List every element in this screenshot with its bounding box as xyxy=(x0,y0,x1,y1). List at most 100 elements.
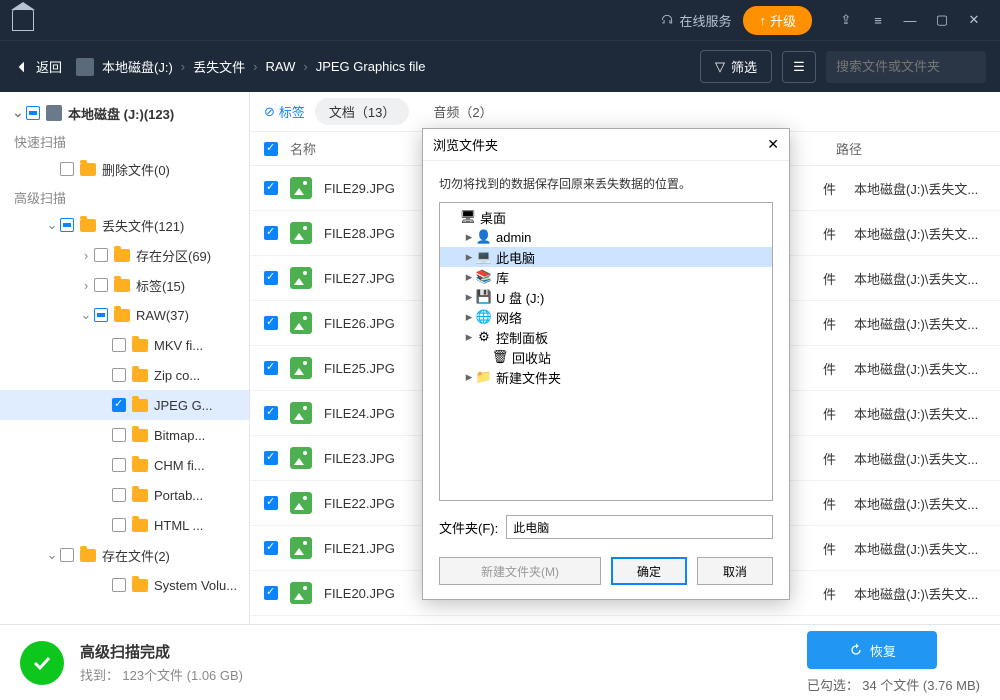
footer: 高级扫描完成 找到： 123个文件 (1.06 GB) 恢复 已勾选： 34 个… xyxy=(0,624,1000,700)
checkbox[interactable] xyxy=(264,181,278,195)
cancel-button[interactable]: 取消 xyxy=(697,557,773,585)
chevron-right-icon[interactable]: ▸ xyxy=(462,229,476,245)
checkbox[interactable] xyxy=(26,106,40,120)
checkbox[interactable] xyxy=(112,458,126,472)
ok-button[interactable]: 确定 xyxy=(611,557,687,585)
back-button[interactable]: 返回 xyxy=(14,57,62,76)
checkbox[interactable] xyxy=(112,368,126,382)
col-path[interactable]: 路径 xyxy=(836,139,986,158)
dialog-tree-item[interactable]: ▸ ⚙ 控制面板 xyxy=(440,327,772,347)
tree-label: 标签(15) xyxy=(136,276,185,295)
tree-partition[interactable]: › 存在分区(69) xyxy=(0,240,249,270)
view-list-button[interactable]: ☰ xyxy=(782,51,816,83)
checkbox[interactable] xyxy=(264,451,278,465)
dialog-tree-item[interactable]: ▸ 👤 admin xyxy=(440,227,772,247)
chevron-right-icon[interactable]: ▸ xyxy=(462,309,476,325)
tree-raw-child[interactable]: HTML ... xyxy=(0,510,249,540)
tab-audio[interactable]: 音频（2） xyxy=(419,98,506,125)
chevron-right-icon[interactable]: ▸ xyxy=(462,329,476,345)
checkbox[interactable] xyxy=(60,548,74,562)
footer-selected: 已勾选： 34 个文件 (3.76 MB) xyxy=(807,675,980,694)
tree-raw-child[interactable]: Zip co... xyxy=(0,360,249,390)
chevron-right-icon[interactable]: ▸ xyxy=(462,369,476,385)
online-service-link[interactable]: 在线服务 xyxy=(660,11,731,30)
checkbox[interactable] xyxy=(112,488,126,502)
new-folder-button[interactable]: 新建文件夹(M) xyxy=(439,557,601,585)
crumb-3[interactable]: JPEG Graphics file xyxy=(316,59,426,74)
chevron-down-icon[interactable]: ⌄ xyxy=(44,547,60,563)
dialog-tree-item[interactable]: ▸ 🌐 网络 xyxy=(440,307,772,327)
tree-raw-child[interactable]: Bitmap... xyxy=(0,420,249,450)
crumb-0[interactable]: 本地磁盘(J:) xyxy=(102,57,173,76)
folder-icon xyxy=(114,309,130,322)
dialog-tree-item[interactable]: ▸ 💻 此电脑 xyxy=(440,247,772,267)
checkbox[interactable] xyxy=(264,226,278,240)
checkbox[interactable] xyxy=(264,271,278,285)
tree-exist[interactable]: ⌄ 存在文件(2) xyxy=(0,540,249,570)
chevron-down-icon[interactable]: ⌄ xyxy=(78,307,94,323)
chevron-right-icon[interactable]: › xyxy=(78,278,94,293)
item-label: 网络 xyxy=(496,308,522,327)
checkbox[interactable] xyxy=(94,248,108,262)
image-icon xyxy=(290,312,312,334)
close-icon[interactable]: ✕ xyxy=(960,6,988,34)
checkbox[interactable] xyxy=(264,541,278,555)
dialog-tree-item[interactable]: ▸ 📚 库 xyxy=(440,267,772,287)
checkbox[interactable] xyxy=(94,278,108,292)
chevron-right-icon[interactable]: ▸ xyxy=(462,269,476,285)
upgrade-button[interactable]: ↑ 升级 xyxy=(743,6,812,35)
minimize-icon[interactable]: — xyxy=(896,6,924,34)
checkbox[interactable] xyxy=(60,218,74,232)
dialog-close-icon[interactable]: ✕ xyxy=(767,136,779,153)
folder-icon xyxy=(80,549,96,562)
checkbox[interactable] xyxy=(112,428,126,442)
chevron-down-icon[interactable]: ⌄ xyxy=(44,217,60,233)
tree-raw-child[interactable]: JPEG G... xyxy=(0,390,249,420)
tree-deleted[interactable]: 删除文件(0) xyxy=(0,154,249,184)
checkbox[interactable] xyxy=(112,578,126,592)
dialog-folder-input[interactable] xyxy=(506,515,773,539)
recover-button[interactable]: 恢复 xyxy=(807,631,937,669)
checkbox[interactable] xyxy=(264,496,278,510)
tree-raw-child[interactable]: CHM fi... xyxy=(0,450,249,480)
home-icon[interactable] xyxy=(12,9,34,31)
checkbox[interactable] xyxy=(112,518,126,532)
tree-lost[interactable]: ⌄ 丢失文件(121) xyxy=(0,210,249,240)
dialog-tree-item[interactable]: 🗑 回收站 xyxy=(440,347,772,367)
checkbox[interactable] xyxy=(94,308,108,322)
dialog-tree-item[interactable]: ▸ 📁 新建文件夹 xyxy=(440,367,772,387)
checkbox[interactable] xyxy=(264,316,278,330)
chevron-right-icon[interactable]: ▸ xyxy=(462,289,476,305)
tree-root[interactable]: ⌄ 本地磁盘 (J:)(123) xyxy=(0,98,249,128)
chevron-down-icon[interactable]: ⌄ xyxy=(10,105,26,121)
maximize-icon[interactable]: ▢ xyxy=(928,6,956,34)
crumb-2[interactable]: RAW xyxy=(266,59,296,74)
dialog-tree-item[interactable]: ▸ 💾 U 盘 (J:) xyxy=(440,287,772,307)
crumb-1[interactable]: 丢失文件 xyxy=(193,57,245,76)
checkbox[interactable] xyxy=(264,406,278,420)
tab-documents[interactable]: 文档（13） xyxy=(315,98,409,125)
checkbox[interactable] xyxy=(112,338,126,352)
filter-button[interactable]: ▽ 筛选 xyxy=(700,50,772,83)
menu-icon[interactable]: ≡ xyxy=(864,6,892,34)
restore-icon xyxy=(848,642,864,658)
dialog-tree-item[interactable]: 🖥 桌面 xyxy=(440,207,772,227)
image-icon xyxy=(290,447,312,469)
search-input[interactable] xyxy=(836,59,1000,74)
share-icon[interactable]: ⇪ xyxy=(832,6,860,34)
checkbox[interactable] xyxy=(112,398,126,412)
checkbox[interactable] xyxy=(264,586,278,600)
tree-sysvol[interactable]: System Volu... xyxy=(0,570,249,600)
select-all-checkbox[interactable] xyxy=(264,142,278,156)
tree-raw-child[interactable]: MKV fi... xyxy=(0,330,249,360)
dialog-titlebar: 浏览文件夹 ✕ xyxy=(423,129,789,161)
tree-label: 丢失文件(121) xyxy=(102,216,184,235)
tree-raw[interactable]: ⌄ RAW(37) xyxy=(0,300,249,330)
chevron-right-icon[interactable]: › xyxy=(78,248,94,263)
tree-tags[interactable]: › 标签(15) xyxy=(0,270,249,300)
checkbox[interactable] xyxy=(60,162,74,176)
tag-button[interactable]: ⊘标签 xyxy=(264,102,305,121)
checkbox[interactable] xyxy=(264,361,278,375)
chevron-right-icon[interactable]: ▸ xyxy=(462,249,476,265)
tree-raw-child[interactable]: Portab... xyxy=(0,480,249,510)
